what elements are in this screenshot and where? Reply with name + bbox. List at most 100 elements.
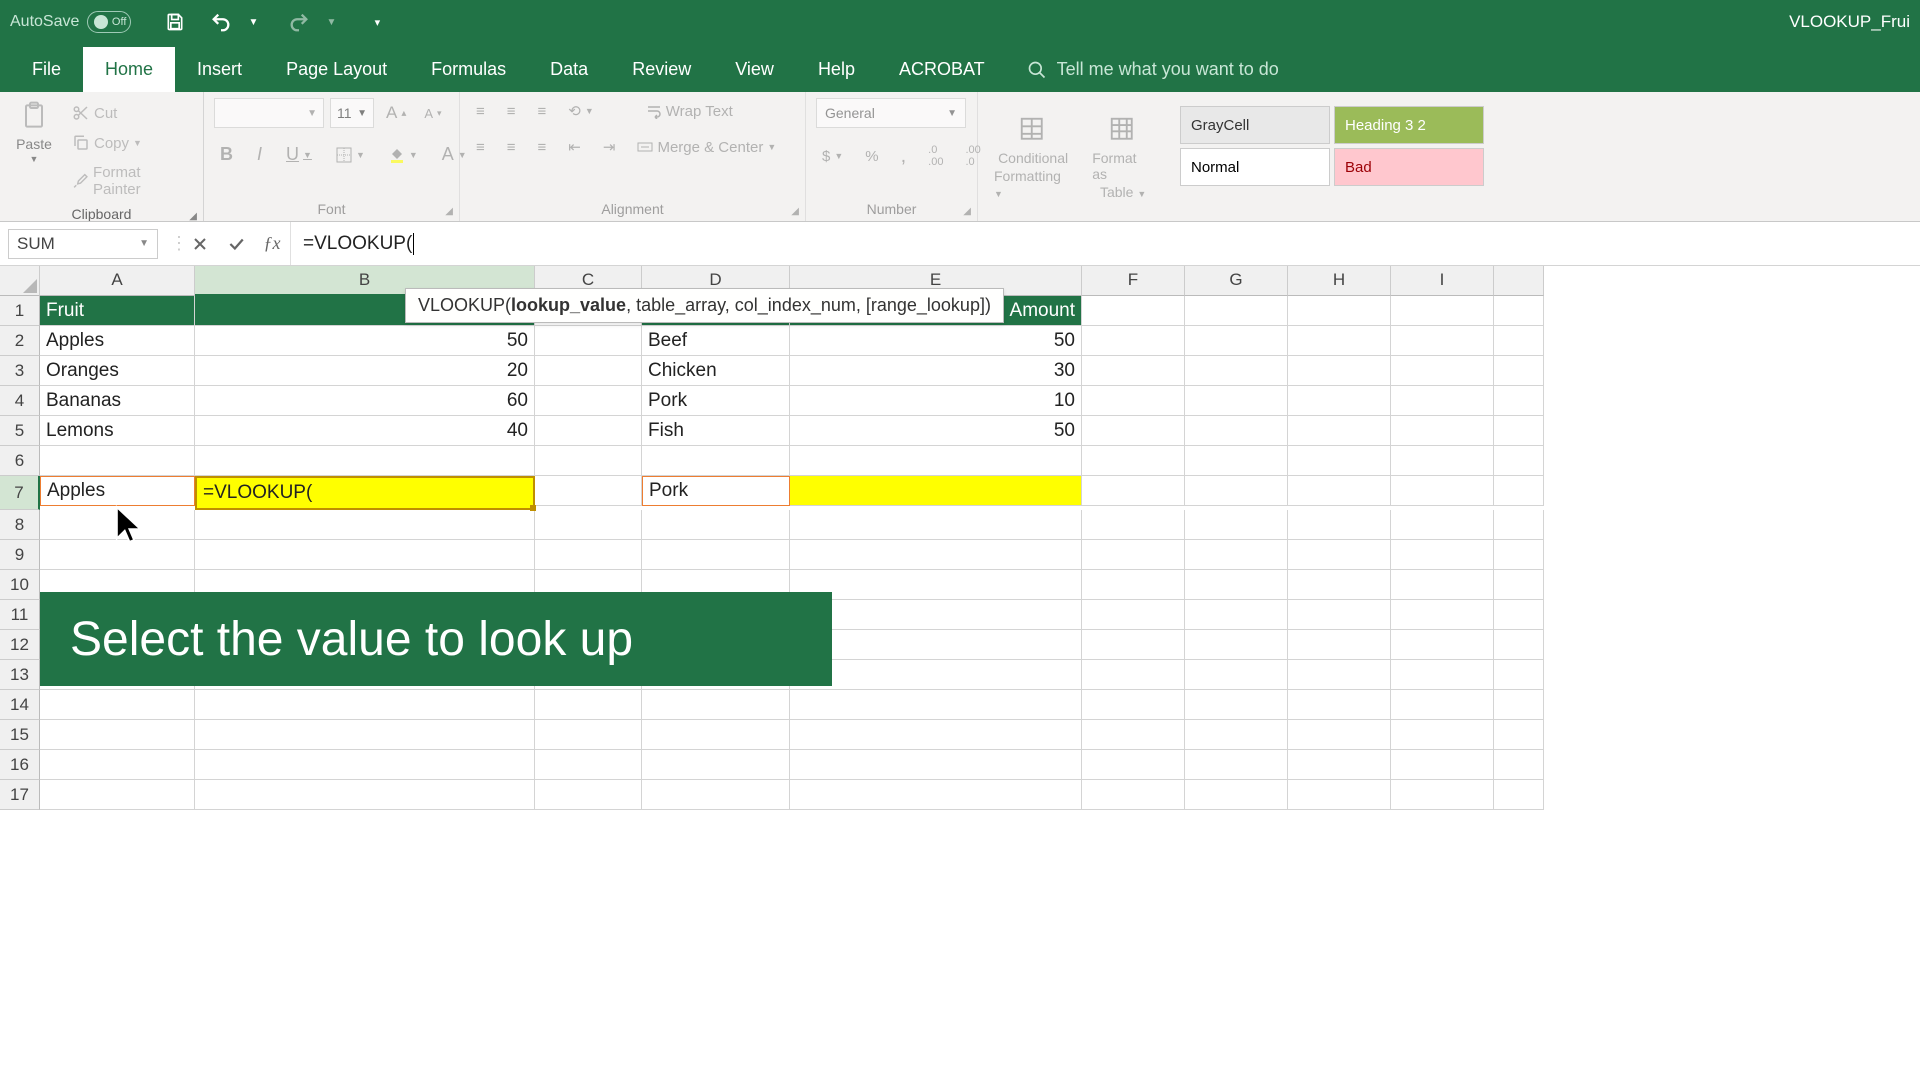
format-painter-button[interactable]: Format Painter <box>66 160 193 202</box>
row-header[interactable]: 17 <box>0 780 40 810</box>
cell[interactable] <box>535 326 642 356</box>
row-header[interactable]: 14 <box>0 690 40 720</box>
tab-help[interactable]: Help <box>796 47 877 92</box>
col-header-g[interactable]: G <box>1185 266 1288 296</box>
row-header[interactable]: 3 <box>0 356 40 386</box>
fill-color-button[interactable]: ▼ <box>383 143 424 167</box>
cell[interactable]: 50 <box>790 326 1082 356</box>
accounting-format-icon[interactable]: $ ▼ <box>816 144 849 169</box>
cell[interactable]: Pork <box>642 476 790 506</box>
cell-editing[interactable]: =VLOOKUP( <box>195 476 535 510</box>
cell[interactable]: Apples <box>40 326 195 356</box>
cell[interactable]: 30 <box>790 356 1082 386</box>
cell[interactable] <box>1082 296 1185 326</box>
cell[interactable] <box>1494 296 1544 326</box>
align-center-icon[interactable]: ≡ <box>501 135 522 160</box>
increase-font-icon[interactable]: A▴ <box>380 99 412 127</box>
cell[interactable]: 40 <box>195 416 535 446</box>
cell[interactable]: Fruit <box>40 296 195 326</box>
cell[interactable]: 50 <box>195 326 535 356</box>
cell-result[interactable] <box>790 476 1082 506</box>
align-middle-icon[interactable]: ≡ <box>501 99 522 124</box>
bold-button[interactable]: B <box>214 140 239 169</box>
align-left-icon[interactable]: ≡ <box>470 135 491 160</box>
conditional-formatting-button[interactable]: Conditional Formatting ▼ <box>988 112 1078 200</box>
autosave-toggle[interactable]: AutoSave Off <box>10 11 131 33</box>
paste-button[interactable]: Paste ▼ <box>10 98 58 202</box>
borders-button[interactable]: ▼ <box>330 143 371 167</box>
style-heading[interactable]: Heading 3 2 <box>1334 106 1484 144</box>
tab-file[interactable]: File <box>10 47 83 92</box>
italic-button[interactable]: I <box>251 140 268 169</box>
tab-view[interactable]: View <box>713 47 796 92</box>
row-header[interactable]: 10 <box>0 570 40 600</box>
cell[interactable]: Beef <box>642 326 790 356</box>
number-format-select[interactable]: General▼ <box>816 98 966 128</box>
decrease-indent-icon[interactable]: ⇤ <box>562 134 587 160</box>
cell[interactable]: Pork <box>642 386 790 416</box>
qat-customize-icon[interactable]: ▾ <box>363 8 391 36</box>
font-family-select[interactable]: ▼ <box>214 98 324 128</box>
cell[interactable] <box>1391 296 1494 326</box>
cell[interactable]: 10 <box>790 386 1082 416</box>
align-top-icon[interactable]: ≡ <box>470 99 491 124</box>
select-all-corner[interactable] <box>0 266 40 296</box>
cell[interactable] <box>1288 296 1391 326</box>
redo-icon[interactable] <box>285 8 313 36</box>
row-header[interactable]: 12 <box>0 630 40 660</box>
cell[interactable]: 60 <box>195 386 535 416</box>
row-header[interactable]: 7 <box>0 476 40 510</box>
cell[interactable]: Bananas <box>40 386 195 416</box>
style-bad[interactable]: Bad <box>1334 148 1484 186</box>
enter-formula-icon[interactable] <box>218 226 254 262</box>
cell[interactable] <box>1082 326 1185 356</box>
save-icon[interactable] <box>161 8 189 36</box>
insert-function-icon[interactable]: ƒx <box>254 226 290 262</box>
spreadsheet-grid[interactable]: A B C D E F G H I 1 Fruit Amount Meat Am… <box>0 266 1920 810</box>
row-header[interactable]: 8 <box>0 510 40 540</box>
col-header-h[interactable]: H <box>1288 266 1391 296</box>
redo-dropdown-icon[interactable]: ▼ <box>317 8 345 36</box>
tab-data[interactable]: Data <box>528 47 610 92</box>
row-header[interactable]: 4 <box>0 386 40 416</box>
format-as-table-button[interactable]: Format as Table ▼ <box>1086 112 1160 200</box>
undo-dropdown-icon[interactable]: ▼ <box>239 8 267 36</box>
row-header[interactable]: 13 <box>0 660 40 690</box>
row-header[interactable]: 16 <box>0 750 40 780</box>
copy-button[interactable]: Copy ▼ <box>66 130 193 156</box>
formula-input[interactable]: =VLOOKUP( <box>290 222 1920 265</box>
tab-acrobat[interactable]: ACROBAT <box>877 47 1007 92</box>
cell[interactable]: 50 <box>790 416 1082 446</box>
col-header-j[interactable] <box>1494 266 1544 296</box>
tab-review[interactable]: Review <box>610 47 713 92</box>
cell-lookup-source[interactable]: Apples <box>40 476 195 506</box>
row-header[interactable]: 6 <box>0 446 40 476</box>
row-header[interactable]: 2 <box>0 326 40 356</box>
launcher-icon[interactable]: ◢ <box>189 211 197 222</box>
cell[interactable]: Fish <box>642 416 790 446</box>
launcher-icon[interactable]: ◢ <box>445 206 453 217</box>
tab-insert[interactable]: Insert <box>175 47 264 92</box>
launcher-icon[interactable]: ◢ <box>963 206 971 217</box>
col-header-i[interactable]: I <box>1391 266 1494 296</box>
launcher-icon[interactable]: ◢ <box>791 206 799 217</box>
wrap-text-button[interactable]: Wrap Text <box>640 99 739 124</box>
tab-formulas[interactable]: Formulas <box>409 47 528 92</box>
comma-format-icon[interactable]: , <box>895 141 913 172</box>
col-header-f[interactable]: F <box>1082 266 1185 296</box>
row-header[interactable]: 9 <box>0 540 40 570</box>
orientation-icon[interactable]: ⟲ ▼ <box>562 98 600 124</box>
tab-page-layout[interactable]: Page Layout <box>264 47 409 92</box>
row-header[interactable]: 5 <box>0 416 40 446</box>
increase-indent-icon[interactable]: ⇥ <box>597 134 622 160</box>
decrease-font-icon[interactable]: A▾ <box>418 102 447 125</box>
increase-decimal-icon[interactable]: .0.00 <box>922 140 949 172</box>
cell[interactable]: Lemons <box>40 416 195 446</box>
merge-center-button[interactable]: Merge & Center ▼ <box>631 135 782 160</box>
cell[interactable] <box>1185 296 1288 326</box>
align-bottom-icon[interactable]: ≡ <box>532 99 553 124</box>
cancel-formula-icon[interactable] <box>182 226 218 262</box>
tell-me-search[interactable]: Tell me what you want to do <box>1007 47 1299 92</box>
row-header[interactable]: 11 <box>0 600 40 630</box>
align-right-icon[interactable]: ≡ <box>532 135 553 160</box>
